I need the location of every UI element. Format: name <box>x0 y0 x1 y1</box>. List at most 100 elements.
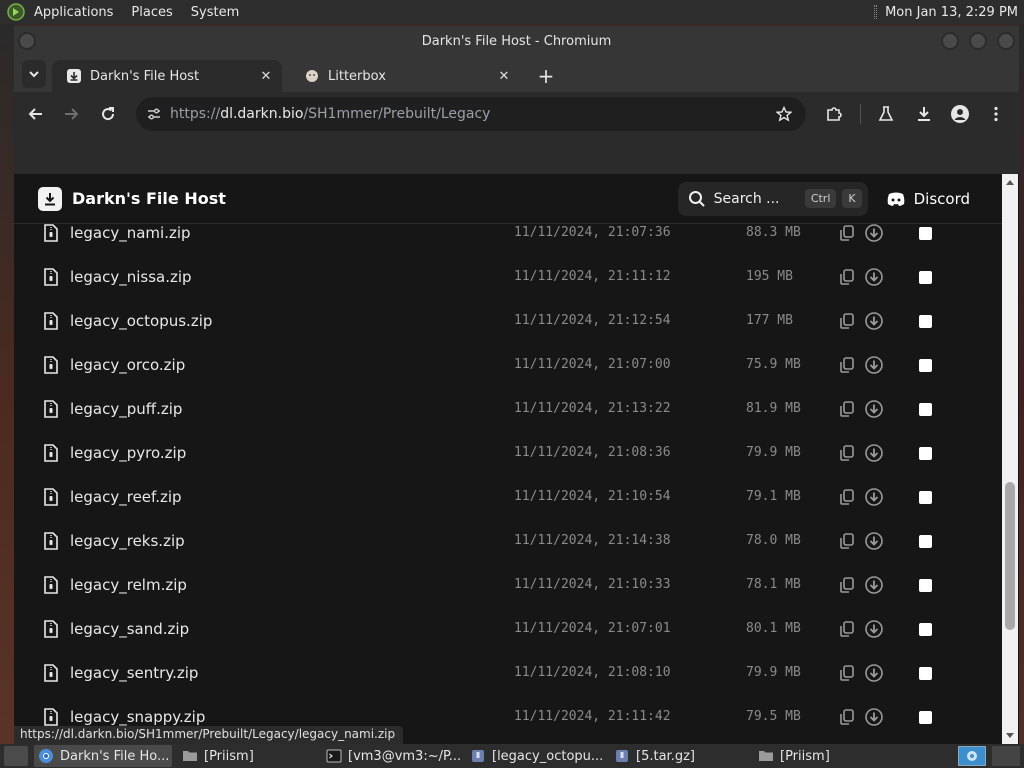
panel-drag-handle[interactable] <box>874 5 878 19</box>
file-row[interactable]: legacy_reks.zip 11/11/2024, 21:14:38 78.0 … <box>30 520 988 564</box>
tab-search-button[interactable] <box>22 60 46 88</box>
file-name-link[interactable]: legacy_orco.zip <box>70 356 185 374</box>
download-circle-icon[interactable] <box>864 663 884 683</box>
download-circle-icon[interactable] <box>864 707 884 727</box>
close-tab-icon[interactable]: ✕ <box>494 66 514 86</box>
profile-button[interactable] <box>948 102 972 126</box>
download-circle-icon[interactable] <box>864 267 884 287</box>
file-name-link[interactable]: legacy_octopus.zip <box>70 312 212 330</box>
bookmark-star-icon[interactable] <box>774 104 794 124</box>
menu-applications[interactable]: Applications <box>34 5 113 20</box>
discord-link[interactable]: Discord <box>886 190 970 208</box>
copy-link-icon[interactable] <box>838 708 856 726</box>
download-circle-icon[interactable] <box>864 311 884 331</box>
select-checkbox[interactable] <box>919 667 932 680</box>
window-titlebar[interactable]: Darkn's File Host - Chromium <box>14 26 1019 56</box>
file-name-link[interactable]: legacy_snappy.zip <box>70 708 205 726</box>
menu-system[interactable]: System <box>191 5 239 20</box>
copy-link-icon[interactable] <box>838 224 856 242</box>
download-circle-icon[interactable] <box>864 355 884 375</box>
close-tab-icon[interactable]: ✕ <box>256 66 276 86</box>
file-row[interactable]: legacy_nissa.zip 11/11/2024, 21:11:12 195 … <box>30 256 988 300</box>
maximize-button[interactable] <box>969 32 987 50</box>
show-desktop-button[interactable] <box>4 746 28 766</box>
file-row[interactable]: legacy_pyro.zip 11/11/2024, 21:08:36 79.9 … <box>30 432 988 476</box>
file-name-link[interactable]: legacy_sentry.zip <box>70 664 198 682</box>
select-checkbox[interactable] <box>919 359 932 372</box>
distro-logo-icon[interactable] <box>6 2 26 22</box>
file-name-link[interactable]: legacy_nami.zip <box>70 224 191 242</box>
select-checkbox[interactable] <box>919 227 932 240</box>
extensions-button[interactable] <box>822 102 846 126</box>
download-circle-icon[interactable] <box>864 399 884 419</box>
select-checkbox[interactable] <box>919 535 932 548</box>
new-tab-button[interactable]: + <box>534 64 558 88</box>
file-name-link[interactable]: legacy_reef.zip <box>70 488 182 506</box>
download-circle-icon[interactable] <box>864 487 884 507</box>
site-brand[interactable]: Darkn's File Host <box>38 186 678 211</box>
copy-link-icon[interactable] <box>838 444 856 462</box>
select-checkbox[interactable] <box>919 315 932 328</box>
file-row[interactable]: legacy_puff.zip 11/11/2024, 21:13:22 81.9 … <box>30 388 988 432</box>
taskbar-task[interactable]: [Priism] <box>754 745 892 767</box>
select-checkbox[interactable] <box>919 403 932 416</box>
clock[interactable]: Mon Jan 13, 2:29 PM <box>885 5 1018 20</box>
workspace-2[interactable] <box>992 746 1020 766</box>
taskbar-task[interactable]: [Priism] <box>178 745 316 767</box>
taskbar-task[interactable]: Darkn's File Ho... <box>34 745 172 767</box>
download-circle-icon[interactable] <box>864 443 884 463</box>
copy-link-icon[interactable] <box>838 620 856 638</box>
browser-menu-button[interactable] <box>984 102 1008 126</box>
site-info-icon[interactable] <box>144 104 164 124</box>
copy-link-icon[interactable] <box>838 664 856 682</box>
window-menu-button[interactable] <box>18 32 36 50</box>
file-row[interactable]: legacy_reef.zip 11/11/2024, 21:10:54 79.1 … <box>30 476 988 520</box>
taskbar-task[interactable]: [legacy_octopu... <box>466 745 604 767</box>
copy-link-icon[interactable] <box>838 532 856 550</box>
select-checkbox[interactable] <box>919 711 932 724</box>
file-row[interactable]: legacy_sentry.zip 11/11/2024, 21:08:10 79.… <box>30 652 988 696</box>
copy-link-icon[interactable] <box>838 576 856 594</box>
copy-link-icon[interactable] <box>838 312 856 330</box>
file-name-link[interactable]: legacy_pyro.zip <box>70 444 186 462</box>
download-circle-icon[interactable] <box>864 223 884 243</box>
file-name-link[interactable]: legacy_relm.zip <box>70 576 187 594</box>
reload-button[interactable] <box>96 102 120 126</box>
copy-link-icon[interactable] <box>838 356 856 374</box>
copy-link-icon[interactable] <box>838 400 856 418</box>
file-name-link[interactable]: legacy_nissa.zip <box>70 268 192 286</box>
minimize-button[interactable] <box>941 32 959 50</box>
url-text[interactable]: https://dl.darkn.bio/SH1mmer/Prebuilt/Le… <box>170 106 774 122</box>
file-row[interactable]: legacy_octopus.zip 11/11/2024, 21:12:54 17… <box>30 300 988 344</box>
scroll-down-arrow-icon[interactable] <box>1006 733 1014 738</box>
select-checkbox[interactable] <box>919 491 932 504</box>
scroll-up-arrow-icon[interactable] <box>1006 180 1014 185</box>
file-name-link[interactable]: legacy_sand.zip <box>70 620 189 638</box>
taskbar-task[interactable]: [vm3@vm3:~/P... <box>322 745 460 767</box>
menu-places[interactable]: Places <box>131 5 172 20</box>
labs-button[interactable] <box>874 102 898 126</box>
download-circle-icon[interactable] <box>864 531 884 551</box>
downloads-button[interactable] <box>912 102 936 126</box>
select-checkbox[interactable] <box>919 623 932 636</box>
scrollbar-thumb[interactable] <box>1005 482 1015 630</box>
file-row[interactable]: legacy_orco.zip 11/11/2024, 21:07:00 75.9 … <box>30 344 988 388</box>
page-scrollbar[interactable] <box>1002 174 1018 744</box>
file-row[interactable]: legacy_relm.zip 11/11/2024, 21:10:33 78.1 … <box>30 564 988 608</box>
forward-button[interactable] <box>59 102 83 126</box>
workspace-1[interactable] <box>958 746 986 766</box>
back-button[interactable] <box>24 102 48 126</box>
copy-link-icon[interactable] <box>838 488 856 506</box>
select-checkbox[interactable] <box>919 271 932 284</box>
tab-litterbox[interactable]: Litterbox ✕ <box>290 60 520 92</box>
tab-darkns-file-host[interactable]: Darkn's File Host ✕ <box>52 60 282 92</box>
select-checkbox[interactable] <box>919 447 932 460</box>
site-search-button[interactable]: Search ... Ctrl K <box>677 181 868 216</box>
file-name-link[interactable]: legacy_puff.zip <box>70 400 182 418</box>
address-bar[interactable]: https://dl.darkn.bio/SH1mmer/Prebuilt/Le… <box>136 97 806 131</box>
select-checkbox[interactable] <box>919 579 932 592</box>
file-row[interactable]: legacy_sand.zip 11/11/2024, 21:07:01 80.1 … <box>30 608 988 652</box>
file-name-link[interactable]: legacy_reks.zip <box>70 532 185 550</box>
download-circle-icon[interactable] <box>864 619 884 639</box>
download-circle-icon[interactable] <box>864 575 884 595</box>
